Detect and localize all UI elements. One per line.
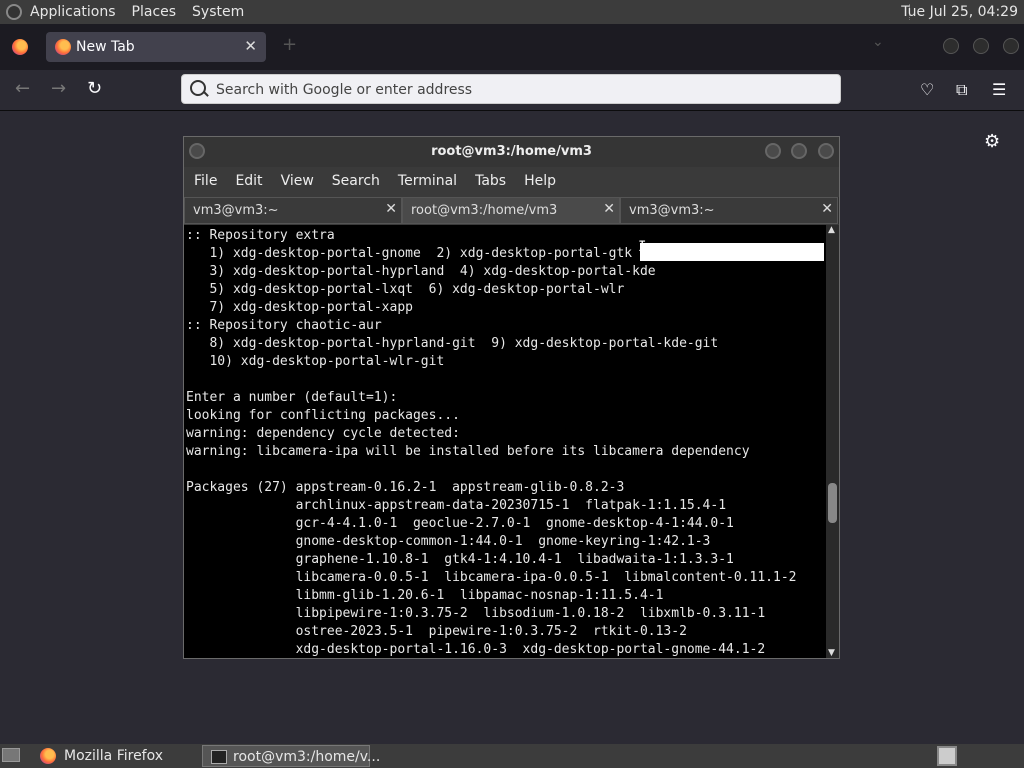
terminal-line: graphene-1.10.8-1 gtk4-1:4.10.4-1 libadw… [186, 552, 734, 567]
firefox-view-icon[interactable] [12, 39, 28, 55]
terminal-line: 5) xdg-desktop-portal-lxqt 6) xdg-deskto… [186, 282, 625, 297]
menu-search[interactable]: Search [332, 173, 380, 189]
terminal-line: 3) xdg-desktop-portal-hyprland 4) xdg-de… [186, 264, 656, 279]
terminal-line: 8) xdg-desktop-portal-hyprland-git 9) xd… [186, 336, 719, 351]
browser-tab-title: New Tab [76, 39, 135, 55]
scroll-up-icon[interactable]: ▲ [828, 225, 835, 235]
new-tab-icon[interactable]: + [282, 34, 297, 55]
terminal-line: gnome-desktop-common-1:44.0-1 gnome-keyr… [186, 534, 711, 549]
close-tab-icon[interactable]: ✕ [603, 201, 615, 217]
menu-tabs[interactable]: Tabs [475, 173, 506, 189]
menu-edit[interactable]: Edit [235, 173, 262, 189]
taskbar-label: Mozilla Firefox [64, 748, 164, 764]
terminal-line: 7) xdg-desktop-portal-xapp [186, 300, 413, 315]
list-tabs-icon[interactable]: ⌄ [872, 34, 884, 50]
terminal-menubar: File Edit View Search Terminal Tabs Help [184, 167, 839, 195]
terminal-scrollbar[interactable]: ▲ ▼ [826, 225, 839, 658]
terminal-line: looking for conflicting packages... [186, 408, 460, 423]
taskbar-firefox[interactable]: Mozilla Firefox [34, 745, 198, 767]
menu-terminal[interactable]: Terminal [398, 173, 457, 189]
terminal-titlebar[interactable]: root@vm3:/home/vm3 [184, 137, 839, 167]
scrollbar-thumb[interactable] [828, 483, 837, 523]
browser-tab[interactable]: New Tab ✕ [46, 32, 266, 62]
firefox-nav-bar: ← → ↻ ♡ ⧉ ☰ [0, 70, 1024, 111]
close-tab-icon[interactable]: ✕ [821, 201, 833, 217]
terminal-line: Enter a number (default=1): [186, 390, 398, 405]
places-menu[interactable]: Places [132, 4, 177, 20]
clock[interactable]: Tue Jul 25, 04:29 [901, 4, 1018, 20]
terminal-tab-label: vm3@vm3:~ [629, 203, 715, 218]
terminal-line: ostree-2023.5-1 pipewire-1:0.3.75-2 rtki… [186, 624, 687, 639]
terminal-tab-bar: vm3@vm3:~ ✕ root@vm3:/home/vm3 ✕ vm3@vm3… [184, 197, 839, 224]
terminal-line: warning: dependency cycle detected: [186, 426, 460, 441]
back-arrow-icon[interactable]: ← [15, 78, 30, 99]
terminal-window[interactable]: root@vm3:/home/vm3 File Edit View Search… [183, 136, 840, 659]
system-menu[interactable]: System [192, 4, 244, 20]
customize-gear-icon[interactable]: ⚙ [984, 131, 1000, 152]
terminal-line: warning: libcamera-ipa will be installed… [186, 444, 750, 459]
firefox-tab-icon [55, 39, 71, 55]
close-tab-icon[interactable]: ✕ [385, 201, 397, 217]
taskbar-label: root@vm3:/home/v... [233, 749, 381, 765]
firefox-tab-bar: New Tab ✕ + ⌄ [0, 24, 1024, 70]
address-input[interactable] [214, 79, 818, 101]
terminal-line: archlinux-appstream-data-20230715-1 flat… [186, 498, 727, 513]
terminal-tab[interactable]: vm3@vm3:~ ✕ [184, 197, 402, 224]
terminal-line: libcamera-0.0.5-1 libcamera-ipa-0.0.5-1 … [186, 570, 797, 585]
terminal-line: 10) xdg-desktop-portal-wlr-git [186, 354, 445, 369]
text-cursor-icon: I [638, 239, 647, 255]
terminal-line: gcr-4-4.1.0-1 geoclue-2.7.0-1 gnome-desk… [186, 516, 734, 531]
extensions-icon[interactable]: ⧉ [956, 80, 967, 100]
workspace-switcher-icon[interactable] [937, 746, 957, 766]
close-window-icon[interactable] [1003, 38, 1019, 54]
terminal-maximize-icon[interactable] [791, 143, 807, 159]
terminal-minimize-icon[interactable] [765, 143, 781, 159]
terminal-line: :: Repository chaotic-aur [186, 318, 382, 333]
minimize-window-icon[interactable] [943, 38, 959, 54]
terminal-tab-label: root@vm3:/home/vm3 [411, 203, 558, 218]
distro-logo-icon[interactable] [6, 4, 22, 20]
app-menu-icon[interactable]: ☰ [992, 80, 1006, 99]
window-menu-icon[interactable] [189, 143, 205, 159]
top-menu: Applications Places System [30, 0, 260, 24]
show-desktop-icon[interactable] [2, 748, 20, 762]
scroll-down-icon[interactable]: ▼ [828, 648, 835, 658]
address-bar[interactable] [181, 74, 841, 104]
terminal-text: :: Repository extra 1) xdg-desktop-porta… [184, 225, 826, 658]
terminal-tab-active[interactable]: root@vm3:/home/vm3 ✕ [402, 197, 620, 224]
terminal-close-icon[interactable] [818, 143, 834, 159]
menu-help[interactable]: Help [524, 173, 556, 189]
terminal-line: Packages (27) appstream-0.16.2-1 appstre… [186, 480, 625, 495]
pocket-icon[interactable]: ♡ [920, 80, 934, 99]
menu-view[interactable]: View [281, 173, 314, 189]
firefox-icon [40, 748, 56, 764]
search-icon [190, 80, 206, 96]
terminal-line: libmm-glib-1.20.6-1 libpamac-nosnap-1:11… [186, 588, 664, 603]
text-selection [640, 243, 824, 261]
forward-arrow-icon[interactable]: → [51, 78, 66, 99]
terminal-line: xdg-desktop-portal-1.16.0-3 xdg-desktop-… [186, 642, 766, 657]
applications-menu[interactable]: Applications [30, 4, 116, 20]
terminal-title: root@vm3:/home/vm3 [431, 144, 592, 159]
taskbar-terminal[interactable]: root@vm3:/home/v... [202, 745, 380, 767]
menu-file[interactable]: File [194, 173, 217, 189]
terminal-tab[interactable]: vm3@vm3:~ ✕ [620, 197, 838, 224]
terminal-output[interactable]: :: Repository extra 1) xdg-desktop-porta… [184, 225, 826, 658]
terminal-tab-label: vm3@vm3:~ [193, 203, 279, 218]
bottom-panel: Mozilla Firefox root@vm3:/home/v... [0, 744, 1024, 768]
terminal-icon [211, 750, 227, 764]
top-panel: Applications Places System Tue Jul 25, 0… [0, 0, 1024, 24]
close-tab-icon[interactable]: ✕ [244, 37, 257, 55]
reload-icon[interactable]: ↻ [87, 78, 102, 99]
terminal-line: libpipewire-1:0.3.75-2 libsodium-1.0.18-… [186, 606, 766, 621]
maximize-window-icon[interactable] [973, 38, 989, 54]
